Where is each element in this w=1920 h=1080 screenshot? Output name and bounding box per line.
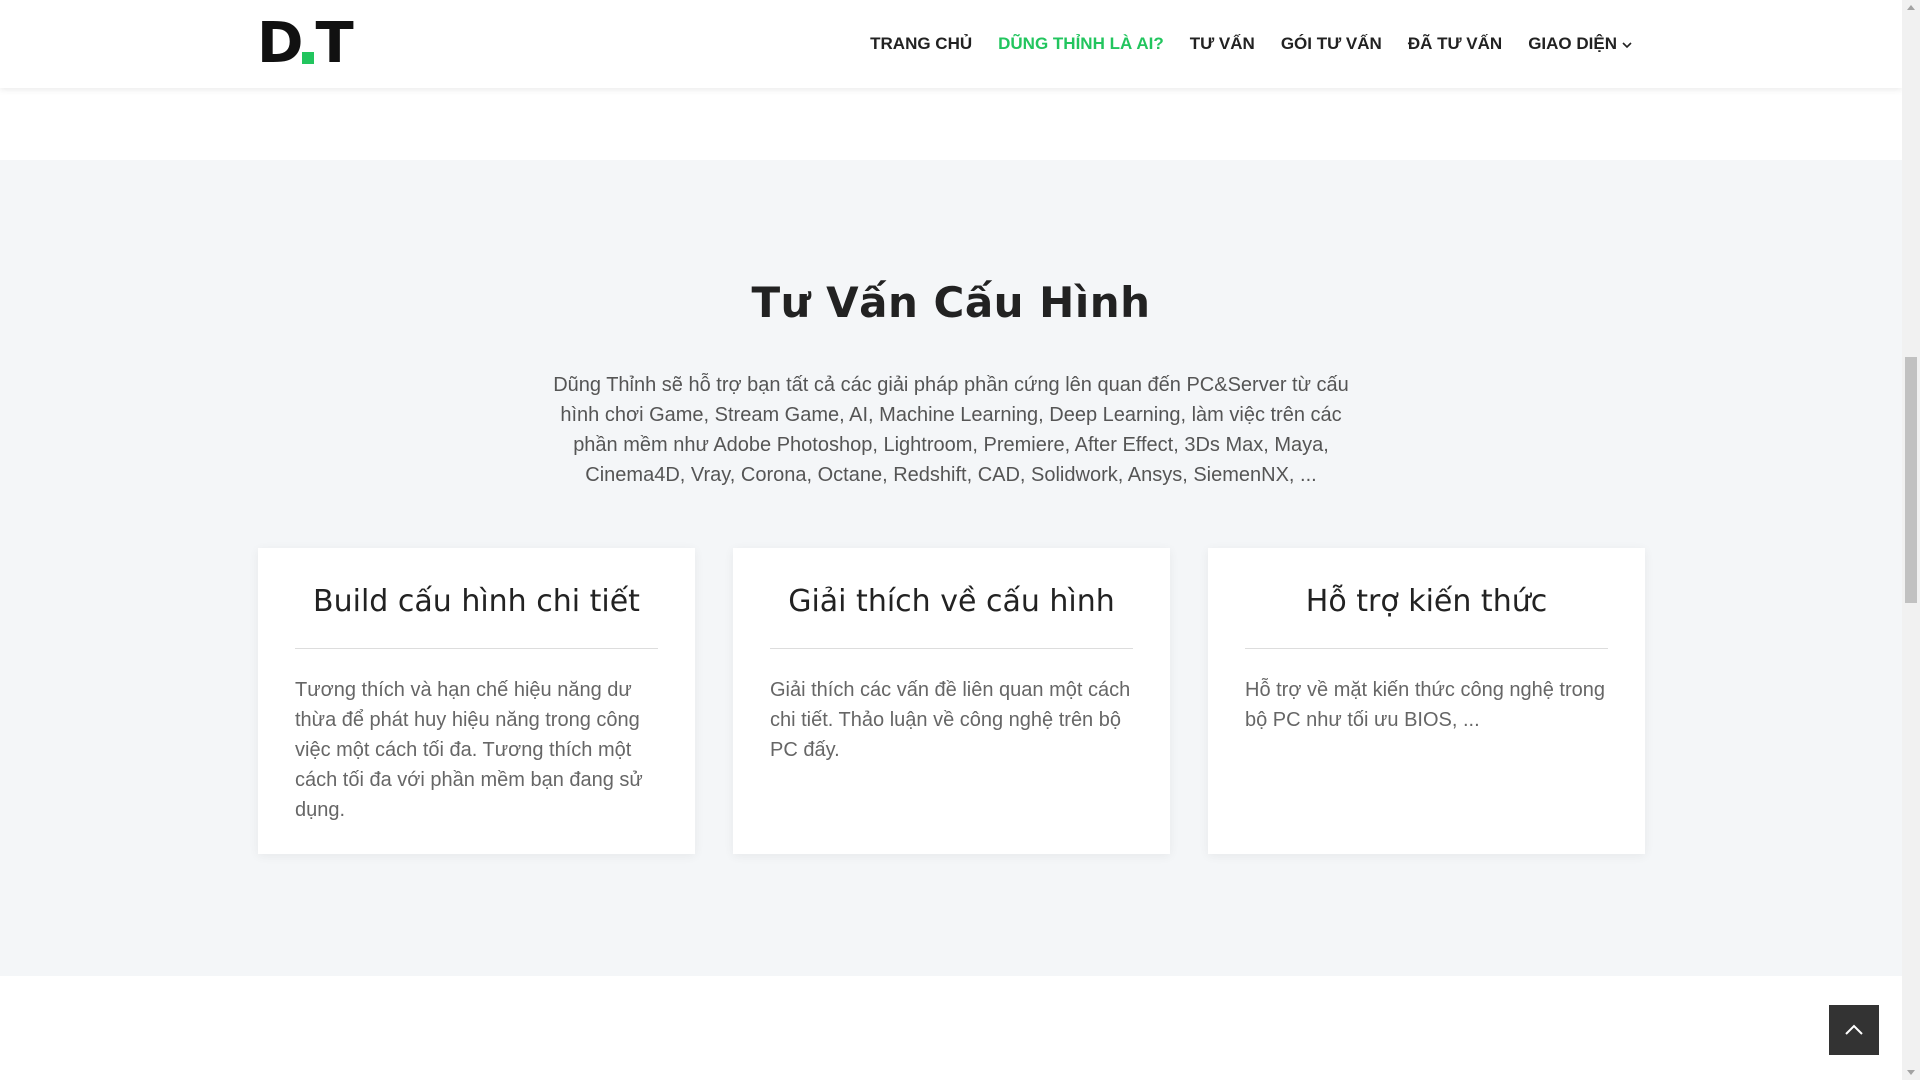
logo-letter-t: T <box>315 11 353 76</box>
logo-dot <box>302 52 315 64</box>
chevron-down-icon <box>1622 42 1632 49</box>
card-divider <box>1245 648 1608 649</box>
service-card: Hỗ trợ kiến thức Hỗ trợ về mặt kiến thức… <box>1208 548 1645 854</box>
card-divider <box>770 648 1133 649</box>
top-white-strip <box>0 88 1902 160</box>
card-text: Giải thích các vấn đề liên quan một cách… <box>770 679 1131 761</box>
nav-item-giao-dien[interactable]: GIAO DIỆN <box>1528 34 1634 54</box>
card-title: Hỗ trợ kiến thức <box>1305 584 1548 619</box>
section-description: Dũng Thỉnh sẽ hỗ trợ bạn tất cả các giải… <box>553 374 1349 486</box>
nav-item-tu-van[interactable]: TƯ VẤN <box>1190 34 1255 54</box>
services-section: Tư Vấn Cấu Hình Dũng Thỉnh sẽ hỗ trợ bạn… <box>0 160 1902 976</box>
nav-item-da-tu-van[interactable]: ĐÃ TƯ VẤN <box>1408 34 1502 54</box>
chevron-up-icon <box>1845 1024 1863 1035</box>
service-card: Build cấu hình chi tiết Tương thích và h… <box>258 548 695 854</box>
scroll-down-icon[interactable] <box>1907 1070 1915 1075</box>
card-title: Giải thích về cấu hình <box>788 584 1115 619</box>
main-nav: TRANG CHỦ DŨNG THỈNH LÀ AI? TƯ VẤN GÓI T… <box>870 0 1634 88</box>
page: DT TRANG CHỦ DŨNG THỈNH LÀ AI? TƯ VẤN GÓ… <box>0 0 1920 1080</box>
site-header: DT TRANG CHỦ DŨNG THỈNH LÀ AI? TƯ VẤN GÓ… <box>0 0 1902 88</box>
nav-item-trang-chu[interactable]: TRANG CHỦ <box>870 34 972 54</box>
back-to-top-button[interactable] <box>1829 1005 1879 1055</box>
bottom-white-area <box>0 976 1902 1080</box>
logo-letter-d: D <box>257 11 304 76</box>
card-divider <box>295 648 658 649</box>
nav-item-giao-dien-label: GIAO DIỆN <box>1528 34 1617 53</box>
site-logo[interactable]: DT <box>257 11 354 76</box>
nav-item-dung-thinh-la-ai[interactable]: DŨNG THỈNH LÀ AI? <box>998 34 1164 54</box>
service-card: Giải thích về cấu hình Giải thích các vấ… <box>733 548 1170 854</box>
section-title: Tư Vấn Cấu Hình <box>751 278 1151 327</box>
card-text: Hỗ trợ về mặt kiến thức công nghệ trong … <box>1245 679 1606 731</box>
card-text: Tương thích và hạn chế hiệu năng dư thừa… <box>295 679 643 821</box>
scroll-thumb[interactable] <box>1905 357 1917 603</box>
card-title: Build cấu hình chi tiết <box>313 584 640 619</box>
page-scrollbar[interactable] <box>1902 0 1920 1080</box>
scroll-up-icon[interactable] <box>1907 5 1915 10</box>
nav-item-goi-tu-van[interactable]: GÓI TƯ VẤN <box>1281 34 1382 54</box>
service-cards: Build cấu hình chi tiết Tương thích và h… <box>258 548 1646 854</box>
